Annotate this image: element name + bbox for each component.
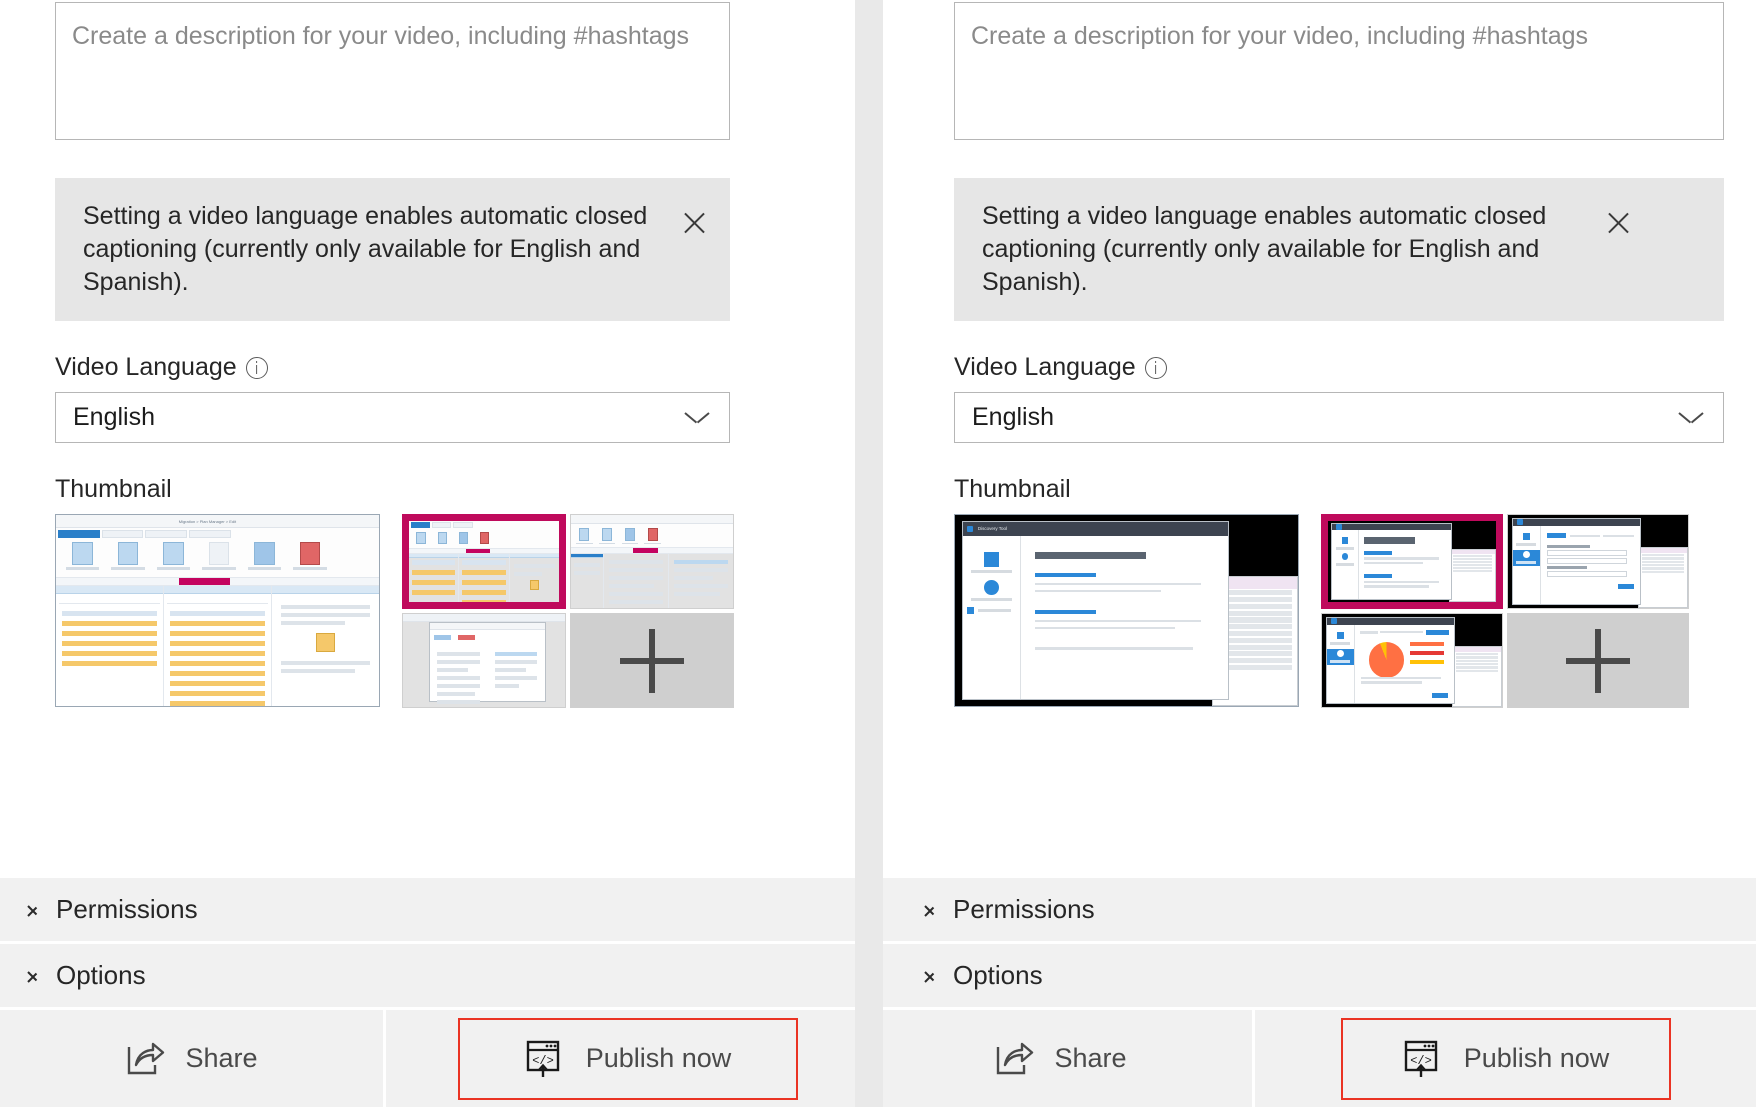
migration-tool-mock-small [409, 521, 559, 602]
plus-icon [1566, 628, 1630, 693]
video-language-select[interactable]: English [55, 392, 730, 443]
closed-captioning-banner: Setting a video language enables automat… [55, 178, 730, 321]
thumbnail-section-label: Thumbnail [55, 475, 172, 503]
panel-right-body: Setting a video language enables automat… [869, 0, 1756, 875]
thumbnail-option-selected[interactable] [1321, 514, 1503, 609]
thumbnail-option[interactable] [1321, 613, 1503, 708]
chevron-down-icon [1679, 411, 1703, 425]
thumbnail-options-grid [1321, 514, 1689, 708]
banner-message: Setting a video language enables automat… [83, 202, 648, 296]
thumbnail-option[interactable] [570, 514, 734, 609]
publish-now-button[interactable]: </> Publish now [1340, 1017, 1671, 1100]
discovery-wizard-mock [1508, 515, 1688, 608]
chevron-right-icon [919, 965, 941, 987]
accordion-label-options: Options [953, 960, 1043, 990]
discovery-tool-mock: Discovery Tool [955, 515, 1298, 706]
panel-left: Setting a video language enables automat… [0, 0, 869, 1107]
thumbnail-preview: Migration > Plan Manager > Edit [55, 514, 380, 707]
video-language-label: Video Language [55, 353, 237, 381]
add-thumbnail-button[interactable] [1507, 613, 1689, 708]
accordion-label-permissions: Permissions [953, 894, 1095, 924]
accordion-label-options: Options [56, 960, 146, 990]
closed-captioning-banner: Setting a video language enables automat… [954, 178, 1724, 321]
plus-icon [620, 628, 684, 693]
publish-now-label: Publish now [585, 1043, 732, 1073]
close-icon[interactable] [1602, 206, 1636, 240]
thumbnail-gallery: Discovery Tool [954, 514, 1724, 708]
settings-screen-mock [571, 515, 733, 608]
video-language-label-row: Video Language [55, 355, 730, 380]
publish-now-button[interactable]: </> Publish now [457, 1017, 798, 1100]
dialog-screen-mock [403, 614, 565, 707]
panel-right-accordion: Permissions Options [869, 875, 1756, 1007]
thumbnail-section-label: Thumbnail [954, 475, 1071, 503]
chevron-right-icon [919, 899, 941, 921]
accordion-row-options[interactable]: Options [869, 941, 1756, 1007]
migration-tool-mock: Migration > Plan Manager > Edit [56, 515, 379, 706]
video-language-value: English [972, 403, 1054, 431]
discovery-report-pie-mock [1322, 614, 1502, 707]
share-icon [994, 1041, 1034, 1077]
panel-left-accordion: Permissions Options [0, 875, 869, 1007]
close-icon[interactable] [678, 206, 712, 240]
video-description-input[interactable] [55, 2, 730, 140]
share-button-label: Share [185, 1043, 258, 1073]
dual-panel-comparison: Setting a video language enables automat… [0, 0, 1756, 1107]
panel-left-body: Setting a video language enables automat… [0, 0, 869, 875]
publish-code-window-icon: </> [1402, 1039, 1440, 1079]
chevron-down-icon [685, 411, 709, 425]
video-description-input[interactable] [954, 2, 1724, 140]
thumbnail-option-selected[interactable] [402, 514, 566, 609]
publish-code-window-icon: </> [524, 1039, 562, 1079]
share-button-label: Share [1054, 1043, 1127, 1073]
add-thumbnail-button[interactable] [570, 613, 734, 708]
thumbnail-option[interactable] [402, 613, 566, 708]
discovery-tool-mock-small [1328, 521, 1496, 602]
panel-left-footer: Share </> Publish now [0, 1007, 869, 1107]
info-icon[interactable] [245, 356, 268, 379]
accordion-label-permissions: Permissions [56, 894, 198, 924]
panel-divider [855, 0, 883, 1107]
panel-right: Setting a video language enables automat… [869, 0, 1756, 1107]
thumbnail-options-grid [402, 514, 734, 708]
panel-right-footer: Share </> Publish now [869, 1007, 1756, 1107]
share-icon [125, 1041, 165, 1077]
accordion-row-permissions[interactable]: Permissions [869, 875, 1756, 941]
thumbnail-preview: Discovery Tool [954, 514, 1299, 707]
thumbnail-option[interactable] [1507, 514, 1689, 609]
video-language-value: English [73, 403, 155, 431]
info-icon[interactable] [1144, 356, 1167, 379]
thumbnail-gallery: Migration > Plan Manager > Edit [55, 514, 734, 708]
publish-zone: </> Publish now [386, 1010, 869, 1107]
accordion-row-permissions[interactable]: Permissions [0, 875, 869, 941]
chevron-right-icon [22, 899, 44, 921]
publish-now-label: Publish now [1463, 1043, 1610, 1073]
video-language-label: Video Language [954, 353, 1136, 381]
video-language-label-row: Video Language [954, 355, 1724, 380]
accordion-row-options[interactable]: Options [0, 941, 869, 1007]
chevron-right-icon [22, 965, 44, 987]
video-language-select[interactable]: English [954, 392, 1724, 443]
share-button[interactable]: Share [0, 1010, 383, 1107]
banner-message: Setting a video language enables automat… [982, 202, 1547, 296]
publish-zone: </> Publish now [1255, 1010, 1756, 1107]
share-button[interactable]: Share [869, 1010, 1252, 1107]
